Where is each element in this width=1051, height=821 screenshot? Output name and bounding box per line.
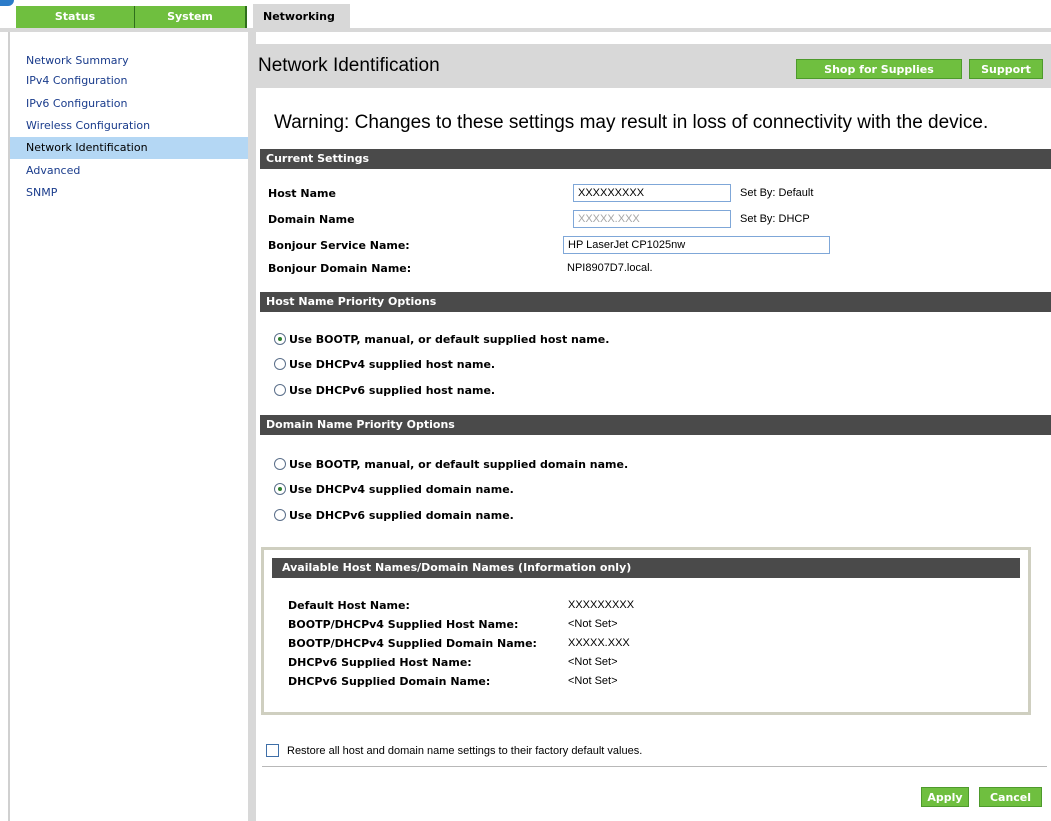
info-row-value: XXXXX.XXX — [568, 637, 630, 649]
restore-defaults-checkbox[interactable] — [266, 744, 279, 757]
available-names-box: Available Host Names/Domain Names (Infor… — [261, 547, 1031, 715]
tab-networking[interactable]: Networking — [253, 4, 350, 30]
host-option-label: Use DHCPv4 supplied host name. — [289, 358, 496, 371]
sidebar-item-network-identification[interactable]: Network Identification — [10, 137, 248, 159]
info-row-label: BOOTP/DHCPv4 Supplied Host Name: — [288, 618, 519, 631]
radio-selected-icon[interactable] — [274, 483, 286, 495]
host-priority-header: Host Name Priority Options — [260, 292, 1051, 312]
bonjour-domain-label: Bonjour Domain Name: — [268, 262, 412, 275]
header-accent — [0, 0, 14, 6]
host-name-field[interactable]: XXXXXXXXX — [573, 184, 731, 202]
host-option-dhcpv6[interactable]: Use DHCPv6 supplied host name. — [274, 382, 495, 400]
domain-name-label: Domain Name — [268, 213, 355, 226]
sidebar-item-ipv4-configuration[interactable]: IPv4 Configuration — [10, 70, 248, 92]
radio-icon[interactable] — [274, 509, 286, 521]
tab-status[interactable]: Status — [16, 6, 135, 28]
sidebar-item-network-summary[interactable]: Network Summary — [10, 50, 248, 72]
domain-name-field[interactable]: XXXXX.XXX — [573, 210, 731, 228]
domain-option-dhcpv4[interactable]: Use DHCPv4 supplied domain name. — [274, 481, 514, 499]
restore-defaults-label: Restore all host and domain name setting… — [287, 745, 643, 757]
sidebar-item-wireless-configuration[interactable]: Wireless Configuration — [10, 115, 248, 137]
top-tab-bar: Status System Networking — [0, 0, 1051, 30]
sidebar-divider — [248, 32, 256, 821]
support-button[interactable]: Support — [969, 59, 1043, 79]
domain-option-bootp[interactable]: Use BOOTP, manual, or default supplied d… — [274, 456, 628, 474]
info-row-label: Default Host Name: — [288, 599, 410, 612]
sidebar-item-ipv6-configuration[interactable]: IPv6 Configuration — [10, 93, 248, 115]
host-option-label: Use BOOTP, manual, or default supplied h… — [289, 333, 610, 346]
footer-divider — [262, 766, 1047, 767]
tab-system[interactable]: System — [135, 6, 247, 28]
sidebar-item-snmp[interactable]: SNMP — [10, 182, 248, 204]
radio-icon[interactable] — [274, 358, 286, 370]
sidebar: Network Summary IPv4 Configuration IPv6 … — [8, 32, 250, 821]
info-row-value: <Not Set> — [568, 618, 618, 630]
host-option-label: Use DHCPv6 supplied host name. — [289, 384, 496, 397]
info-row-value: XXXXXXXXX — [568, 599, 635, 611]
host-option-dhcpv4[interactable]: Use DHCPv4 supplied host name. — [274, 356, 495, 374]
host-name-label: Host Name — [268, 187, 336, 200]
main-content: Network Identification Shop for Supplies… — [256, 32, 1051, 821]
info-row-label: BOOTP/DHCPv4 Supplied Domain Name: — [288, 637, 537, 650]
info-row-label: DHCPv6 Supplied Domain Name: — [288, 675, 491, 688]
current-settings-header: Current Settings — [260, 149, 1051, 169]
warning-message: Warning: Changes to these settings may r… — [274, 112, 989, 133]
host-option-bootp[interactable]: Use BOOTP, manual, or default supplied h… — [274, 331, 609, 349]
shop-for-supplies-button[interactable]: Shop for Supplies — [796, 59, 962, 79]
info-row-label: DHCPv6 Supplied Host Name: — [288, 656, 472, 669]
domain-option-label: Use DHCPv4 supplied domain name. — [289, 483, 514, 496]
bonjour-service-label: Bonjour Service Name: — [268, 239, 410, 252]
bonjour-domain-value: NPI8907D7.local. — [567, 262, 653, 274]
radio-selected-icon[interactable] — [274, 333, 286, 345]
domain-set-by: Set By: DHCP — [740, 213, 810, 225]
radio-icon[interactable] — [274, 458, 286, 470]
sidebar-item-advanced[interactable]: Advanced — [10, 160, 248, 182]
domain-priority-header: Domain Name Priority Options — [260, 415, 1051, 435]
available-names-header: Available Host Names/Domain Names (Infor… — [272, 558, 1020, 578]
apply-button[interactable]: Apply — [921, 787, 969, 807]
title-bar: Network Identification Shop for Supplies… — [256, 44, 1051, 88]
radio-icon[interactable] — [274, 384, 286, 396]
bonjour-service-field[interactable]: HP LaserJet CP1025nw — [563, 236, 830, 254]
domain-option-label: Use DHCPv6 supplied domain name. — [289, 509, 514, 522]
domain-option-dhcpv6[interactable]: Use DHCPv6 supplied domain name. — [274, 507, 514, 525]
page-title: Network Identification — [258, 55, 440, 76]
cancel-button[interactable]: Cancel — [979, 787, 1042, 807]
domain-option-label: Use BOOTP, manual, or default supplied d… — [289, 458, 629, 471]
info-row-value: <Not Set> — [568, 675, 618, 687]
host-set-by: Set By: Default — [740, 187, 814, 199]
info-row-value: <Not Set> — [568, 656, 618, 668]
